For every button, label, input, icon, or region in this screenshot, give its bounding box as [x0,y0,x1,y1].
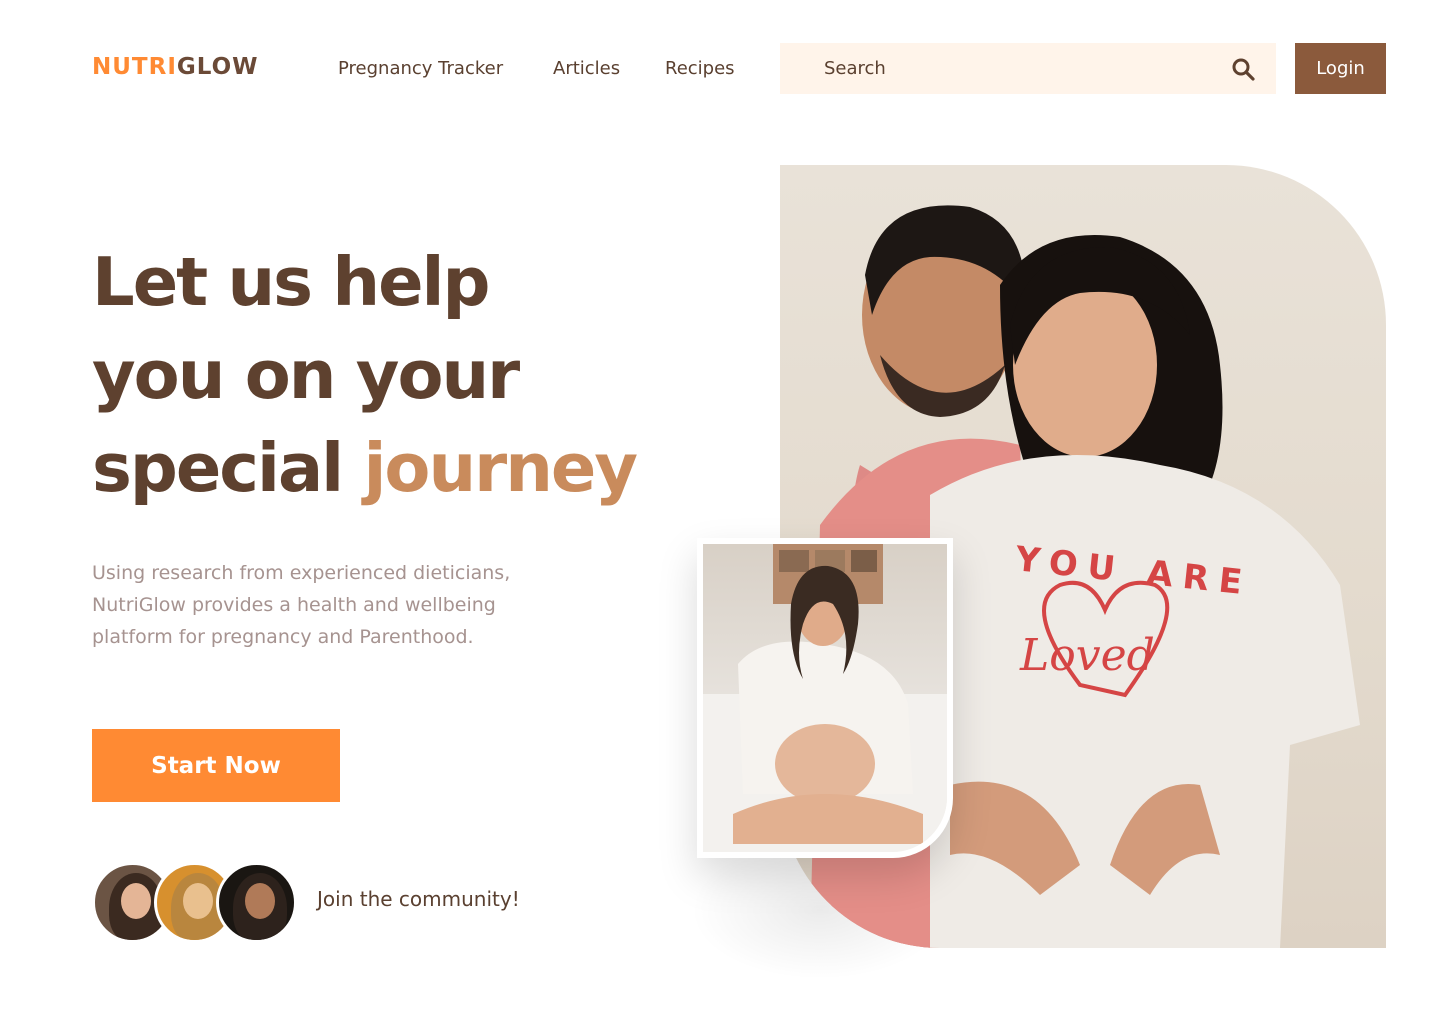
nav-recipes[interactable]: Recipes [665,58,735,79]
nav-articles[interactable]: Articles [553,58,620,79]
avatar [216,862,297,943]
start-now-button[interactable]: Start Now [92,729,340,802]
login-button[interactable]: Login [1295,43,1386,94]
inset-photo-card [697,538,953,858]
logo-part-2: GLOW [176,54,259,80]
join-community-link[interactable]: Join the community! [317,887,520,911]
headline-line-1: Let us help [92,243,490,321]
community-avatars[interactable] [92,862,302,943]
shirt-text-script: Loved [1019,630,1155,681]
headline-line-3a: special [92,429,344,507]
hero-headline: Let us help you on your special journey [92,236,692,515]
logo-part-1: NUTRI [92,54,177,80]
search-input[interactable] [824,58,1230,79]
search-bar [780,43,1276,94]
headline-highlight: journey [363,429,638,507]
landing-page: NUTRIGLOW Pregnancy Tracker Articles Rec… [0,0,1440,1024]
brand-logo[interactable]: NUTRIGLOW [92,54,259,80]
hero-description: Using research from experienced dieticia… [92,562,511,648]
nav-pregnancy-tracker[interactable]: Pregnancy Tracker [338,58,503,79]
pregnant-woman-photo [703,544,947,852]
headline-line-2: you on your [92,336,520,414]
search-icon[interactable] [1230,56,1256,82]
inset-illustration [703,544,947,852]
